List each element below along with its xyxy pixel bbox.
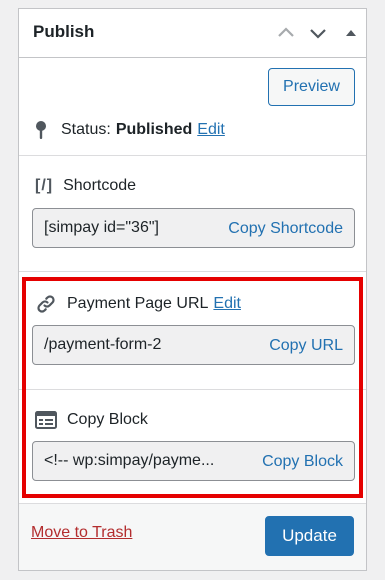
toggle-panel-button[interactable] [339, 21, 363, 45]
divider [19, 155, 366, 156]
shortcode-label-row: [/] Shortcode [35, 177, 136, 195]
update-button[interactable]: Update [265, 516, 354, 556]
status-line: Status: Published Edit [35, 120, 225, 140]
status-value: Published [115, 121, 193, 138]
shortcode-value: [simpay id="36"] [44, 219, 159, 236]
divider [19, 271, 366, 272]
shortcode-icon: [/] [35, 177, 54, 194]
shortcode-field[interactable]: [simpay id="36"] Copy Shortcode [32, 208, 355, 248]
move-down-button[interactable] [306, 21, 330, 45]
preview-button[interactable]: Preview [268, 68, 355, 106]
copy-shortcode-button[interactable]: Copy Shortcode [228, 220, 343, 238]
chevron-down-icon [310, 29, 326, 39]
panel-header: Publish [19, 9, 366, 58]
panel-footer: Move to Trash Update [19, 503, 366, 570]
move-to-trash-link[interactable]: Move to Trash [31, 524, 132, 542]
triangle-up-icon [346, 30, 356, 36]
shortcode-label: Shortcode [63, 177, 137, 194]
move-up-button[interactable] [274, 21, 298, 45]
publish-panel: Publish Preview Status: Published Edit [ [18, 8, 367, 571]
status-label: Status: [61, 121, 111, 138]
highlight-box [22, 277, 363, 498]
edit-status-link[interactable]: Edit [197, 121, 225, 139]
pin-icon [36, 121, 46, 139]
chevron-up-icon [278, 27, 294, 37]
panel-title: Publish [33, 22, 95, 41]
